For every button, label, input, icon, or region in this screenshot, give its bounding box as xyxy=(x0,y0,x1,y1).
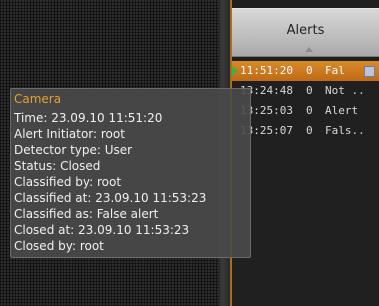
tooltip-closed-by: Closed by: root xyxy=(14,239,104,253)
alerts-screen: Alerts 11:51:20 0 Fal 13:24:48 0 Not .. … xyxy=(0,0,379,306)
alert-type: Fal xyxy=(325,64,345,77)
alert-details-tooltip: Camera Time: 23.09.10 11:51:20 Alert Ini… xyxy=(10,88,251,258)
alert-row[interactable]: 13:25:03 0 Alert xyxy=(232,101,379,121)
alert-type: Fals.. xyxy=(325,124,365,137)
alerts-column-header[interactable]: Alerts xyxy=(232,8,379,57)
alert-time: 11:51:20 xyxy=(240,64,293,77)
alert-count: 0 xyxy=(306,104,313,117)
sort-arrow-icon[interactable] xyxy=(305,47,313,52)
alert-row[interactable]: 13:25:07 0 Fals.. xyxy=(232,121,379,141)
play-arrow-icon xyxy=(232,66,238,76)
alert-type: Alert xyxy=(325,104,359,117)
row-menu-icon[interactable] xyxy=(364,66,375,77)
alert-count: 0 xyxy=(306,84,313,97)
tooltip-time: Time: 23.09.10 11:51:20 xyxy=(14,111,163,125)
tooltip-detector-type: Detector type: User xyxy=(14,143,133,157)
tooltip-closed-at: Closed at: 23.09.10 11:53:23 xyxy=(14,223,190,237)
alert-type: Not .. xyxy=(325,84,365,97)
tooltip-classified-by: Classified by: root xyxy=(14,175,122,189)
alert-row-selected[interactable]: 11:51:20 0 Fal xyxy=(232,61,379,81)
tooltip-classified-as: Classified as: False alert xyxy=(14,207,159,221)
alert-count: 0 xyxy=(306,64,313,77)
tooltip-alert-initiator: Alert Initiator: root xyxy=(14,127,125,141)
tooltip-classified-at: Classified at: 23.09.10 11:53:23 xyxy=(14,191,207,205)
tooltip-status: Status: Closed xyxy=(14,159,101,173)
tooltip-title: Camera xyxy=(14,92,62,106)
alert-count: 0 xyxy=(306,124,313,137)
alerts-title: Alerts xyxy=(286,23,325,38)
alerts-panel: Alerts 11:51:20 0 Fal 13:24:48 0 Not .. … xyxy=(232,0,379,306)
alert-row[interactable]: 13:24:48 0 Not .. xyxy=(232,81,379,101)
